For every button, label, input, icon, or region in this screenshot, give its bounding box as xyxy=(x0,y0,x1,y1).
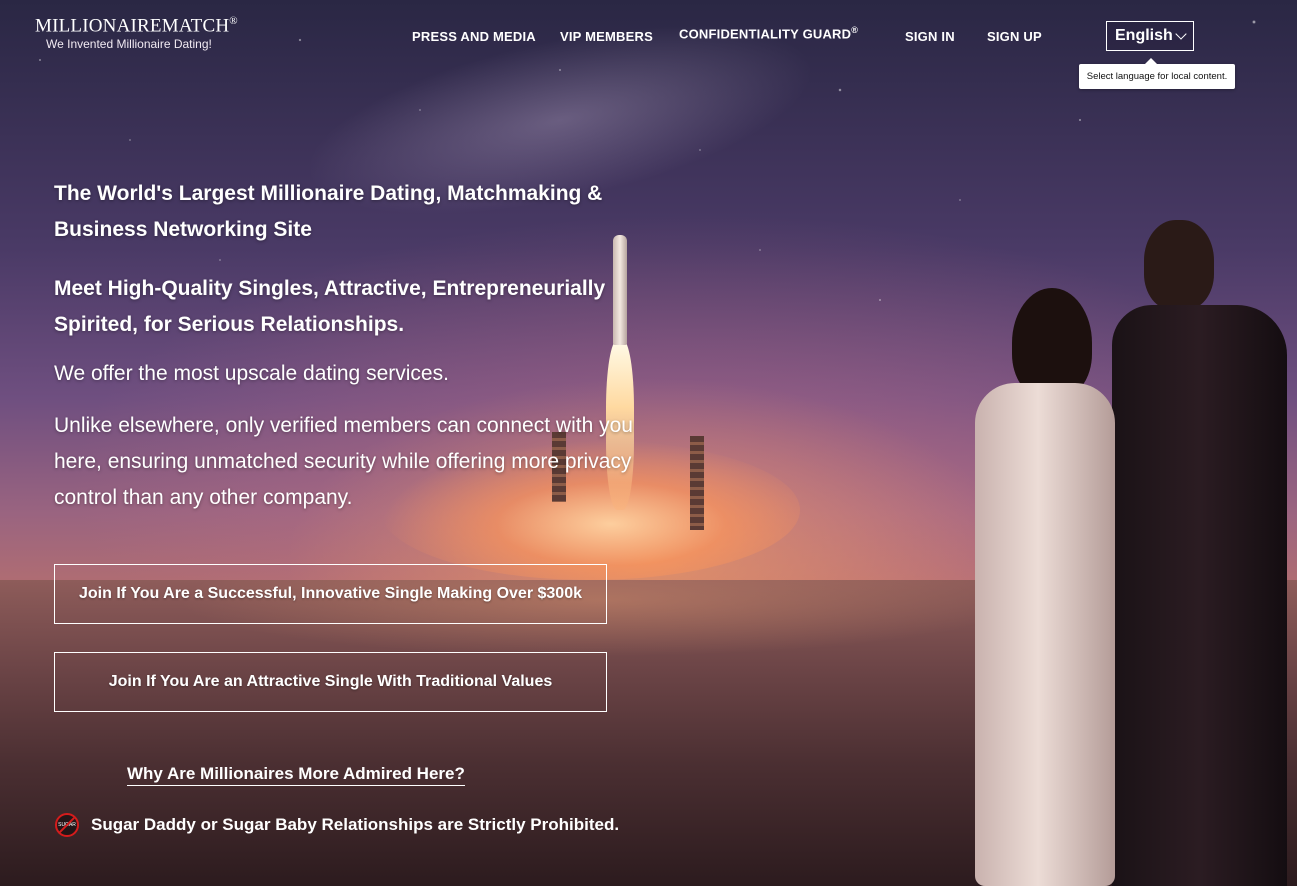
sugar-prohibited-text: Sugar Daddy or Sugar Baby Relationships … xyxy=(91,815,620,834)
launch-tower-right xyxy=(690,436,704,530)
nav-sign-in[interactable]: SIGN IN xyxy=(905,29,955,44)
nav-sign-up[interactable]: SIGN UP xyxy=(987,29,1042,44)
nav-press-and-media[interactable]: PRESS AND MEDIA xyxy=(412,29,536,44)
sugar-prohibited-notice: SUGAR Sugar Daddy or Sugar Baby Relation… xyxy=(55,813,619,837)
why-millionaires-link[interactable]: Why Are Millionaires More Admired Here? xyxy=(127,764,465,786)
join-successful-button[interactable]: Join If You Are a Successful, Innovative… xyxy=(54,564,607,624)
no-sugar-icon: SUGAR xyxy=(55,813,79,837)
nav-confidentiality-guard[interactable]: CONFIDENTIALITY GUARD® xyxy=(679,25,858,41)
hero-verified-text: Unlike elsewhere, only verified members … xyxy=(54,414,633,509)
man-figure xyxy=(1112,220,1287,886)
couple-silhouette xyxy=(957,220,1297,886)
main-nav: PRESS AND MEDIA VIP MEMBERS CONFIDENTIAL… xyxy=(0,25,1297,49)
chevron-down-icon xyxy=(1175,28,1187,40)
join-attractive-button[interactable]: Join If You Are an Attractive Single Wit… xyxy=(54,652,607,712)
hero-subheadline: Meet High-Quality Singles, Attractive, E… xyxy=(54,277,606,336)
hero-offer-text: We offer the most upscale dating service… xyxy=(54,362,449,385)
language-select[interactable]: English xyxy=(1106,21,1194,51)
woman-figure xyxy=(957,288,1117,886)
hero-headline: The World's Largest Millionaire Dating, … xyxy=(54,182,603,241)
language-tooltip: Select language for local content. xyxy=(1079,58,1235,89)
language-selected-value: English xyxy=(1115,27,1173,44)
nav-vip-members[interactable]: VIP MEMBERS xyxy=(560,29,653,44)
